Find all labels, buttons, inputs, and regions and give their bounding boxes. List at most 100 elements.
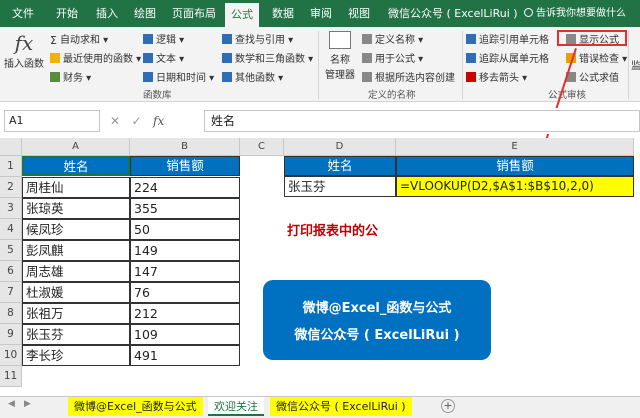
promo-line-2: 微信公众号 ( ExcelLiRui ) <box>294 328 460 343</box>
tab-review[interactable]: 审阅 <box>310 0 332 27</box>
tab-formulas[interactable]: 公式 <box>225 3 259 27</box>
name-box[interactable]: A1 <box>4 110 100 132</box>
text-label: 文本 <box>156 54 176 65</box>
sales-cell[interactable]: 76 <box>130 282 240 303</box>
logical-button[interactable]: 逻辑 ▾ <box>143 31 184 46</box>
sales-cell[interactable]: 224 <box>130 177 240 198</box>
row-header[interactable]: 1 <box>0 156 22 177</box>
autosum-label: 自动求和 <box>59 35 100 46</box>
name-cell[interactable]: 张祖万 <box>22 303 130 324</box>
row-header[interactable]: 3 <box>0 198 22 219</box>
name-manager-label-1: 名称 <box>330 55 350 66</box>
tab-file[interactable]: 文件 <box>12 0 34 27</box>
row-header[interactable]: 7 <box>0 282 22 303</box>
column-header-c[interactable]: C <box>240 138 284 156</box>
datetime-button[interactable]: 日期和时间 ▾ <box>143 69 214 84</box>
name-cell[interactable]: 周志雄 <box>22 261 130 282</box>
sales-cell[interactable]: 355 <box>130 198 240 219</box>
column-header-e[interactable]: E <box>396 138 634 156</box>
group-library-label: 函数库 <box>143 90 172 101</box>
define-name-button[interactable]: 定义名称 ▾ <box>362 31 423 46</box>
column-header-a[interactable]: A <box>22 138 130 156</box>
group-names-label: 定义的名称 <box>368 90 416 101</box>
sales-cell[interactable]: 109 <box>130 324 240 345</box>
insert-function-button[interactable]: fx 插入函数 <box>2 31 46 70</box>
row-header[interactable]: 6 <box>0 261 22 282</box>
autosum-button[interactable]: Σ 自动求和 ▾ <box>50 31 108 47</box>
column-header-d[interactable]: D <box>284 138 396 156</box>
math-button[interactable]: 数学和三角函数 ▾ <box>222 50 313 65</box>
financial-button[interactable]: 财务 ▾ <box>50 69 91 84</box>
sales-cell[interactable]: 147 <box>130 261 240 282</box>
header-sales-left[interactable]: 销售额 <box>130 156 240 176</box>
formula-bar: A1 ✕ ✓ fx 姓名 <box>0 108 640 134</box>
group-audit-label: 公式审核 <box>548 90 587 101</box>
trace-dependents-icon <box>466 53 476 63</box>
name-cell[interactable]: 彭凤麒 <box>22 240 130 261</box>
create-from-selection-button[interactable]: 根据所选内容创建 <box>362 69 455 84</box>
sigma-icon: Σ <box>50 34 57 47</box>
watch-window-button[interactable]: 监 <box>631 57 640 72</box>
trace-dependents-label: 追踪从属单元格 <box>479 54 549 65</box>
sales-cell[interactable]: 491 <box>130 345 240 366</box>
cancel-icon[interactable]: ✕ <box>110 114 120 128</box>
sales-cell[interactable]: 212 <box>130 303 240 324</box>
header-name-right[interactable]: 姓名 <box>284 156 396 176</box>
row-header[interactable]: 2 <box>0 177 22 198</box>
tell-me-box[interactable]: 告诉我你想要做什么 <box>524 0 626 27</box>
trace-dependents-button[interactable]: 追踪从属单元格 <box>466 50 549 65</box>
trace-precedents-label: 追踪引用单元格 <box>479 35 549 46</box>
enter-icon[interactable]: ✓ <box>132 114 142 128</box>
evaluate-formula-button[interactable]: 公式求值 <box>566 69 619 84</box>
sheet-tab-welcome[interactable]: 欢迎关注 <box>208 397 264 416</box>
name-cell[interactable]: 李长珍 <box>22 345 130 366</box>
error-checking-label: 错误检查 <box>579 54 619 65</box>
text-button[interactable]: 文本 ▾ <box>143 50 184 65</box>
row-header[interactable]: 4 <box>0 219 22 240</box>
formula-cell[interactable]: =VLOOKUP(D2,$A$1:$B$10,2,0) <box>396 176 634 197</box>
row-header[interactable]: 8 <box>0 303 22 324</box>
header-name-left[interactable]: 姓名 <box>22 156 130 176</box>
formula-input[interactable]: 姓名 <box>204 110 640 132</box>
sales-cell[interactable]: 50 <box>130 219 240 240</box>
name-cell[interactable]: 候凤珍 <box>22 219 130 240</box>
sheet-tab-wechat[interactable]: 微信公众号 ( ExcelLiRui ) <box>270 397 412 416</box>
recent-functions-button[interactable]: 最近使用的函数 ▾ <box>50 50 141 65</box>
tab-data[interactable]: 数据 <box>272 0 294 27</box>
trace-precedents-button[interactable]: 追踪引用单元格 <box>466 31 549 46</box>
tab-insert[interactable]: 插入 <box>96 0 118 27</box>
row-header[interactable]: 9 <box>0 324 22 345</box>
prev-sheet-icon[interactable]: ◀ <box>8 399 15 409</box>
tab-draw[interactable]: 绘图 <box>134 0 156 27</box>
evaluate-formula-label: 公式求值 <box>579 73 619 84</box>
tab-home[interactable]: 开始 <box>56 0 78 27</box>
remove-arrows-button[interactable]: 移去箭头 ▾ <box>466 69 527 84</box>
tab-wechat[interactable]: 微信公众号 ( ExcelLiRui ) <box>388 0 518 27</box>
recent-label: 最近使用的函数 <box>63 54 133 65</box>
lookup-name-cell[interactable]: 张玉芬 <box>284 176 396 197</box>
more-functions-button[interactable]: 其他函数 ▾ <box>222 69 283 84</box>
fx-button-icon[interactable]: fx <box>153 114 164 128</box>
tab-view[interactable]: 视图 <box>348 0 370 27</box>
create-label: 根据所选内容创建 <box>375 73 455 84</box>
lookup-icon <box>222 34 232 44</box>
name-manager-button[interactable]: 名称 管理器 <box>320 31 360 81</box>
row-header[interactable]: 10 <box>0 345 22 366</box>
name-cell[interactable]: 张琼英 <box>22 198 130 219</box>
next-sheet-icon[interactable]: ▶ <box>24 399 31 409</box>
row-header[interactable]: 5 <box>0 240 22 261</box>
name-cell[interactable]: 杜淑媛 <box>22 282 130 303</box>
select-all-corner[interactable] <box>0 138 22 156</box>
use-in-formula-button[interactable]: 用于公式 ▾ <box>362 50 423 65</box>
add-sheet-icon[interactable]: + <box>441 399 455 413</box>
name-cell[interactable]: 张玉芬 <box>22 324 130 345</box>
column-header-b[interactable]: B <box>130 138 240 156</box>
lookup-button[interactable]: 查找与引用 ▾ <box>222 31 293 46</box>
name-cell[interactable]: 周桂仙 <box>22 177 130 198</box>
trace-arrow-icon <box>466 34 476 44</box>
tab-page-layout[interactable]: 页面布局 <box>172 0 216 27</box>
sales-cell[interactable]: 149 <box>130 240 240 261</box>
header-sales-right[interactable]: 销售额 <box>396 156 634 176</box>
row-header[interactable]: 11 <box>0 366 22 387</box>
sheet-tab-weibo[interactable]: 微博@Excel_函数与公式 <box>68 397 203 416</box>
